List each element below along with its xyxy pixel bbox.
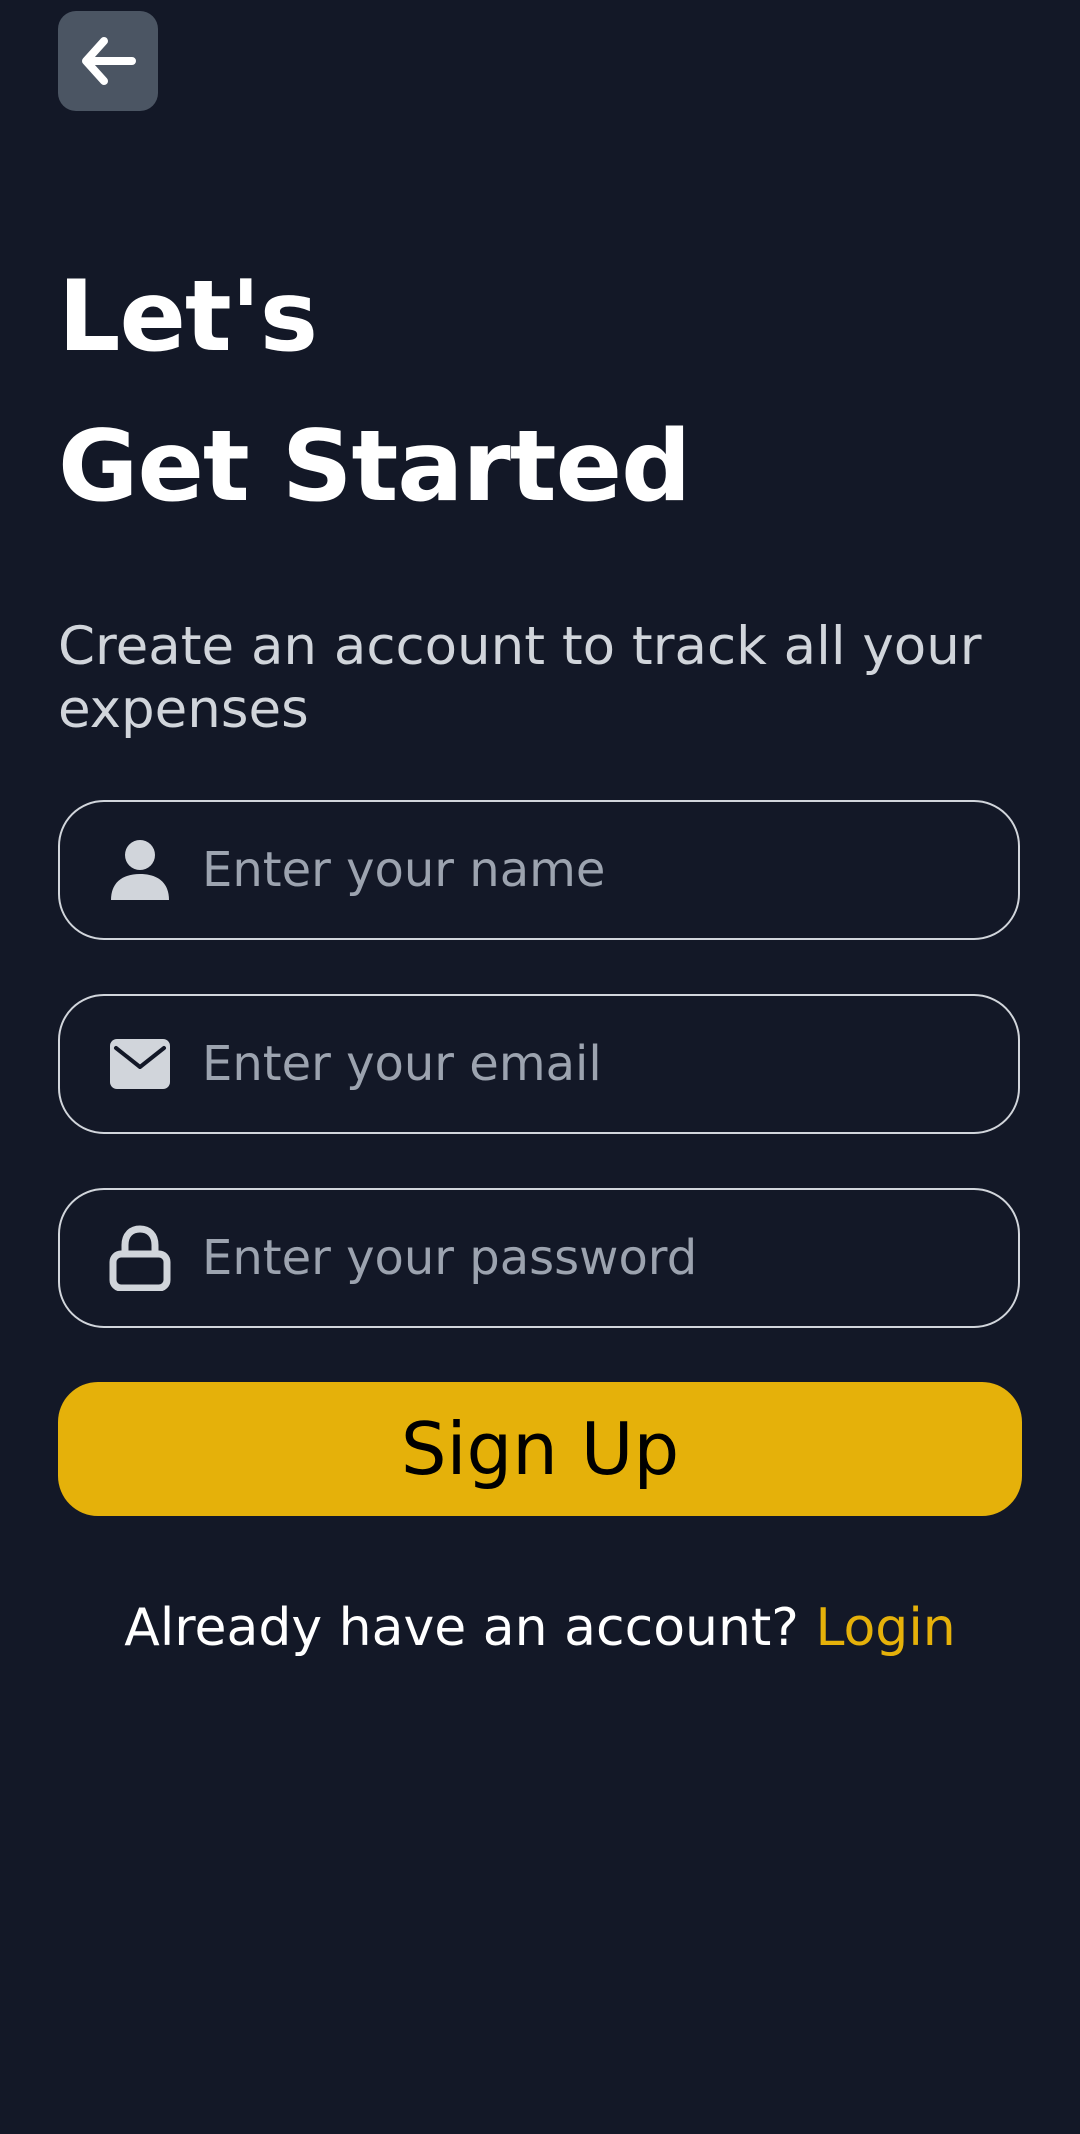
page-title-line-1: Let's — [58, 260, 318, 374]
password-field[interactable] — [58, 1188, 1020, 1328]
user-icon — [109, 838, 171, 902]
lock-icon — [109, 1225, 171, 1291]
page-title-line-2: Get Started — [58, 410, 691, 524]
email-field[interactable] — [58, 994, 1020, 1134]
back-button[interactable] — [58, 11, 158, 111]
name-field[interactable] — [58, 800, 1020, 940]
password-input[interactable] — [202, 1190, 988, 1326]
login-prompt: Already have an account? Login — [0, 1598, 1080, 1658]
sign-up-button[interactable]: Sign Up — [58, 1382, 1022, 1516]
envelope-icon — [109, 1032, 171, 1096]
page-subtitle: Create an account to track all your expe… — [58, 616, 982, 740]
login-link[interactable]: Login — [815, 1598, 955, 1658]
arrow-left-icon — [78, 35, 138, 87]
login-prompt-text: Already have an account? — [124, 1598, 799, 1658]
email-input[interactable] — [202, 996, 988, 1132]
name-input[interactable] — [202, 802, 988, 938]
